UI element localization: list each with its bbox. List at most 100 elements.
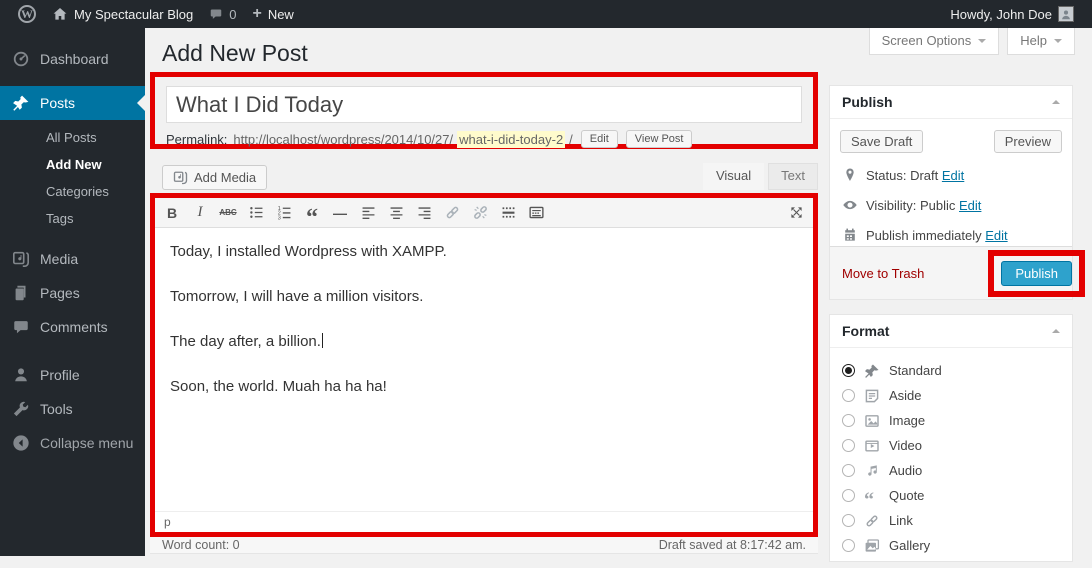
profile-icon (12, 366, 30, 384)
help-button[interactable]: Help (1007, 28, 1075, 55)
edit-permalink-button[interactable]: Edit (581, 130, 618, 148)
radio[interactable] (842, 389, 855, 402)
fullscreen-icon (788, 204, 805, 221)
sidebar-item-tags[interactable]: Tags (0, 205, 145, 232)
italic-button[interactable]: I (187, 201, 213, 225)
account-menu[interactable]: Howdy, John Doe (942, 0, 1082, 28)
radio[interactable] (842, 539, 855, 552)
word-count-value: 0 (233, 538, 240, 552)
sidebar-item-add-new[interactable]: Add New (0, 151, 145, 178)
format-option-gallery[interactable]: Gallery (842, 533, 1060, 558)
format-label: Aside (889, 388, 922, 403)
strikethrough-button[interactable]: ABC (215, 201, 241, 225)
tab-visual[interactable]: Visual (703, 163, 764, 190)
format-option-quote[interactable]: “ Quote (842, 483, 1060, 508)
menu-separator (0, 344, 145, 358)
radio[interactable] (842, 514, 855, 527)
add-media-button[interactable]: Add Media (162, 165, 267, 190)
comments-shortcut[interactable]: 0 (201, 0, 244, 28)
save-draft-button[interactable]: Save Draft (840, 130, 923, 153)
sidebar-item-posts[interactable]: Posts (0, 86, 145, 120)
radio-selected[interactable] (842, 364, 855, 377)
align-center-button[interactable] (383, 201, 409, 225)
tab-text[interactable]: Text (768, 163, 818, 190)
post-content-editor[interactable]: Today, I installed Wordpress with XAMPP.… (155, 228, 813, 511)
collapse-menu-button[interactable]: Collapse menu (0, 426, 145, 460)
align-left-button[interactable] (355, 201, 381, 225)
view-post-button[interactable]: View Post (626, 130, 693, 148)
editor-path-bar: p (155, 511, 813, 532)
format-panel-header[interactable]: Format (830, 315, 1072, 348)
format-option-standard[interactable]: Standard (842, 358, 1060, 383)
horizontal-rule-button[interactable]: — (327, 201, 353, 225)
align-right-icon (416, 204, 433, 221)
add-media-icon (173, 170, 188, 185)
sidebar-item-dashboard[interactable]: Dashboard (0, 42, 145, 76)
align-right-button[interactable] (411, 201, 437, 225)
sidebar-item-categories[interactable]: Categories (0, 178, 145, 205)
sidebar-item-media[interactable]: Media (0, 242, 145, 276)
permalink-slug[interactable]: what-i-did-today-2 (457, 131, 565, 148)
radio[interactable] (842, 464, 855, 477)
format-option-audio[interactable]: Audio (842, 458, 1060, 483)
insert-link-button[interactable] (439, 201, 465, 225)
move-to-trash-link[interactable]: Move to Trash (842, 266, 924, 281)
sidebar-item-comments[interactable]: Comments (0, 310, 145, 344)
permalink-label: Permalink: (166, 132, 227, 147)
editor-toolbar: B I ABC “ — (155, 198, 813, 228)
comment-bubble-icon (209, 7, 223, 21)
radio[interactable] (842, 414, 855, 427)
publish-panel-header[interactable]: Publish (830, 86, 1072, 119)
audio-icon (864, 463, 880, 479)
sidebar-item-pages[interactable]: Pages (0, 276, 145, 310)
wp-logo-menu[interactable]: W (10, 0, 44, 28)
eye-icon (842, 197, 858, 213)
numbered-list-button[interactable] (271, 201, 297, 225)
preview-button[interactable]: Preview (994, 130, 1062, 153)
editor-paragraph: The day after, a billion. (170, 331, 798, 352)
element-path[interactable]: p (164, 515, 171, 529)
gallery-icon (864, 538, 880, 554)
link-icon (864, 513, 880, 529)
edit-status-link[interactable]: Edit (942, 168, 964, 183)
paragraph-text: Today, I installed Wordpress with XAMPP. (170, 243, 447, 260)
image-icon (864, 413, 880, 429)
format-option-link[interactable]: Link (842, 508, 1060, 533)
sidebar-item-all-posts[interactable]: All Posts (0, 124, 145, 151)
publish-button[interactable]: Publish (1001, 261, 1072, 286)
bulleted-list-icon (248, 204, 265, 221)
collapse-panel-icon[interactable] (1052, 96, 1060, 104)
new-content-menu[interactable]: + New (244, 0, 301, 28)
visibility-value: Public (920, 198, 955, 213)
collapse-panel-icon[interactable] (1052, 325, 1060, 333)
edit-schedule-link[interactable]: Edit (985, 228, 1007, 243)
word-count: Word count: 0 (162, 538, 240, 552)
insert-more-tag-button[interactable] (495, 201, 521, 225)
visibility-row: Visibility: Public Edit (840, 197, 1062, 213)
admin-bar: W My Spectacular Blog 0 + New Howdy, Joh… (0, 0, 1092, 28)
distraction-free-button[interactable] (783, 201, 809, 225)
sidebar-item-tools[interactable]: Tools (0, 392, 145, 426)
format-option-aside[interactable]: Aside (842, 383, 1060, 408)
visibility-label: Visibility: (866, 198, 916, 213)
align-left-icon (360, 204, 377, 221)
blockquote-button[interactable]: “ (299, 201, 325, 225)
screen-options-button[interactable]: Screen Options (869, 28, 1000, 55)
format-option-image[interactable]: Image (842, 408, 1060, 433)
site-link[interactable]: My Spectacular Blog (44, 0, 201, 28)
chevron-down-icon (1054, 39, 1062, 47)
remove-link-button[interactable] (467, 201, 493, 225)
help-label: Help (1020, 33, 1047, 48)
paragraph-text: Tomorrow, I will have a million visitors… (170, 288, 423, 305)
edit-visibility-link[interactable]: Edit (959, 198, 981, 213)
toolbar-toggle-button[interactable] (523, 201, 549, 225)
bulleted-list-button[interactable] (243, 201, 269, 225)
radio[interactable] (842, 439, 855, 452)
format-option-video[interactable]: Video (842, 433, 1060, 458)
sidebar-item-profile[interactable]: Profile (0, 358, 145, 392)
wordpress-logo-icon: W (18, 5, 36, 23)
radio[interactable] (842, 489, 855, 502)
paragraph-text: Soon, the world. Muah ha ha ha! (170, 378, 387, 395)
bold-button[interactable]: B (159, 201, 185, 225)
post-title-input[interactable]: What I Did Today (166, 86, 802, 123)
